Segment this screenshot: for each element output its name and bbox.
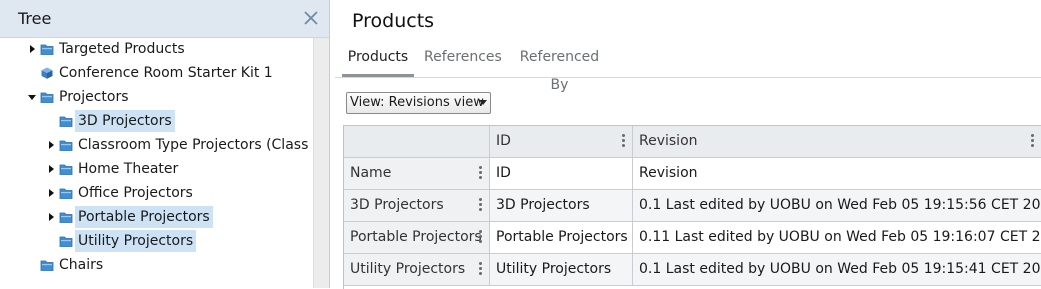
tree-item-label: 3D Projectors: [75, 110, 175, 132]
column-menu-icon[interactable]: [1031, 134, 1034, 148]
tab-references[interactable]: References: [424, 43, 502, 74]
tab-referenced-by[interactable]: Referenced By: [512, 43, 607, 93]
page-title: Products: [352, 10, 435, 32]
table-cell-revision[interactable]: 0.1 Last edited by UOBU on Wed Feb 05 19…: [633, 254, 1041, 286]
products-editor: Products Products References Referenced …: [335, 0, 1041, 289]
table-cell-id[interactable]: 3D Projectors: [490, 190, 633, 222]
row-header-label: Name: [350, 165, 392, 181]
close-icon[interactable]: [301, 8, 321, 28]
tree-panel: Tree Targeted Products Conference Room St…: [0, 0, 330, 288]
tree-item[interactable]: 3D Projectors: [0, 110, 313, 132]
row-menu-icon[interactable]: [479, 198, 482, 212]
tree-item[interactable]: Office Projectors: [0, 182, 313, 204]
table-cell-id[interactable]: Portable Projectors: [490, 222, 633, 254]
row-header[interactable]: Utility Projectors: [344, 254, 490, 286]
tree-item-label: Conference Room Starter Kit 1: [59, 65, 273, 81]
table-cell-revision[interactable]: 0.11 Last edited by UOBU on Wed Feb 05 1…: [633, 222, 1041, 254]
chevron-right-icon[interactable]: [26, 38, 38, 60]
row-header-label: 3D Projectors: [350, 197, 444, 213]
tree-item[interactable]: Portable Projectors: [0, 206, 313, 228]
tree-item[interactable]: Conference Room Starter Kit 1: [0, 62, 313, 84]
tree-item-label: Projectors: [59, 89, 129, 105]
table-cell-id[interactable]: Utility Projectors: [490, 254, 633, 286]
column-menu-icon[interactable]: [622, 134, 625, 148]
tree-item-label: Chairs: [59, 257, 104, 273]
tab-divider: [335, 77, 1041, 78]
column-header-revision[interactable]: Revision: [633, 126, 1041, 158]
folder-icon: [59, 140, 73, 151]
chevron-right-icon[interactable]: [45, 206, 57, 228]
row-menu-icon[interactable]: [479, 230, 482, 244]
row-header[interactable]: 3D Projectors: [344, 190, 490, 222]
column-header-id[interactable]: ID: [490, 126, 633, 158]
folder-icon: [59, 212, 73, 223]
view-select-value: View: Revisions view: [350, 95, 484, 110]
tree-item[interactable]: Chairs: [0, 254, 313, 276]
tree-item-label: Portable Projectors: [75, 206, 213, 228]
row-menu-icon[interactable]: [479, 262, 482, 276]
cube-icon: [41, 67, 53, 79]
tree-item-label: Utility Projectors: [75, 230, 197, 252]
table-cell-id[interactable]: ID: [490, 158, 633, 190]
folder-icon: [59, 116, 73, 127]
folder-icon: [40, 44, 54, 55]
tree-item[interactable]: Utility Projectors: [0, 230, 313, 252]
table-corner-header: [344, 126, 490, 158]
tab-products[interactable]: Products: [342, 43, 414, 77]
tree-item-label: Office Projectors: [78, 185, 193, 201]
tree-item-label: Targeted Products: [59, 41, 185, 57]
row-header[interactable]: Portable Projectors: [344, 222, 490, 254]
chevron-right-icon[interactable]: [45, 182, 57, 204]
tree-item[interactable]: Home Theater: [0, 158, 313, 180]
chevron-right-icon[interactable]: [45, 158, 57, 180]
row-header[interactable]: Name: [344, 158, 490, 190]
folder-icon: [59, 188, 73, 199]
folder-icon: [40, 92, 54, 103]
table-cell-revision[interactable]: 0.1 Last edited by UOBU on Wed Feb 05 19…: [633, 190, 1041, 222]
column-header-label: Revision: [639, 133, 698, 149]
row-header-label: Portable Projectors: [350, 229, 482, 245]
tree-scrollbar[interactable]: [313, 38, 329, 288]
column-header-label: ID: [496, 133, 511, 149]
chevron-down-icon[interactable]: [26, 86, 38, 108]
table-cell-revision[interactable]: Revision: [633, 158, 1041, 190]
chevron-right-icon[interactable]: [45, 134, 57, 156]
tree-title: Tree: [18, 9, 52, 28]
tree-header: Tree: [0, 0, 329, 38]
chevron-down-icon: [479, 100, 487, 105]
folder-icon: [59, 164, 73, 175]
tree-item-label: Home Theater: [78, 161, 179, 177]
view-select[interactable]: View: Revisions view: [346, 92, 491, 114]
tree-item[interactable]: Targeted Products: [0, 38, 313, 60]
products-table: ID Revision Name ID Revision 3D Projecto…: [343, 125, 1041, 289]
folder-icon: [40, 260, 54, 271]
row-menu-icon[interactable]: [479, 166, 482, 180]
tree-item[interactable]: Classroom Type Projectors (Class A): [0, 134, 328, 156]
tree-item-label: Classroom Type Projectors (Class A): [78, 137, 328, 153]
folder-icon: [59, 236, 73, 247]
row-header-label: Utility Projectors: [350, 261, 466, 277]
tree-item[interactable]: Projectors: [0, 86, 313, 108]
